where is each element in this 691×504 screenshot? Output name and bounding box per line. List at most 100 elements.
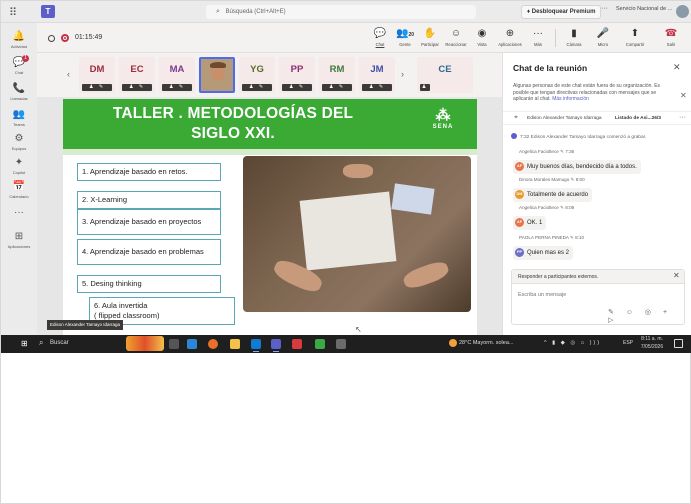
app-icon[interactable] bbox=[315, 339, 325, 349]
calendar-icon: 📅 bbox=[12, 181, 26, 192]
start-icon[interactable]: ⊞ bbox=[21, 339, 29, 348]
chat-button[interactable]: 💬 Chat bbox=[367, 27, 393, 47]
share-icon: ⬆ bbox=[630, 28, 640, 39]
search-icon: ⌕ bbox=[216, 8, 220, 15]
firefox-icon[interactable] bbox=[208, 339, 218, 349]
raise-hand-button[interactable]: ✋ Participar bbox=[417, 27, 443, 47]
photo-paper bbox=[299, 191, 397, 271]
search-highlight-image[interactable] bbox=[126, 336, 164, 351]
notifications-icon[interactable] bbox=[674, 339, 683, 348]
system-tray[interactable]: ^ ▮ ◆ ◎ ⌂ ))) bbox=[544, 340, 601, 346]
app-grid-icon[interactable]: ⠿ bbox=[9, 6, 17, 19]
apps-icon: ⊕ bbox=[505, 28, 515, 39]
chat-message: Angelica Facioltece ✎ 7:36 AF Muy buenos … bbox=[513, 149, 683, 174]
participant-tile[interactable]: CE ♟ bbox=[417, 57, 473, 93]
chevron-right-icon[interactable]: › bbox=[401, 69, 404, 79]
participant-video-tile[interactable] bbox=[199, 57, 235, 93]
hand-icon: ✋ bbox=[423, 28, 437, 39]
mic-button[interactable]: 🎤 Micro bbox=[590, 27, 616, 47]
explorer-icon[interactable] bbox=[187, 339, 197, 349]
title-bar: ⠿ T ⌕ Búsqueda (Ctrl+Alt+E) ♦ Desbloquea… bbox=[1, 1, 691, 23]
rail-item-more[interactable]: ··· bbox=[1, 207, 37, 219]
sena-logo: ⁂ SENA bbox=[423, 107, 463, 141]
search-icon[interactable]: ⌕ bbox=[39, 338, 43, 348]
photo-hand bbox=[401, 258, 451, 292]
mouse-cursor-icon: ↖ bbox=[355, 325, 362, 334]
meeting-toolbar: 01:15:49 💬 Chat 👥20 Gente ✋ Participar ☺… bbox=[37, 23, 691, 53]
camera-button[interactable]: ▮ Cámara bbox=[561, 27, 587, 47]
clock[interactable]: 8:11 a. m. 7/05/2026 bbox=[637, 336, 667, 351]
more-icon: ··· bbox=[533, 28, 543, 39]
meeting-chat-panel: Chat de la reunión ✕ Algunas personas de… bbox=[502, 53, 691, 335]
methodology-item: 2. X-Learning bbox=[77, 191, 221, 209]
user-avatar[interactable] bbox=[676, 5, 689, 18]
chevron-left-icon[interactable]: ‹ bbox=[67, 69, 70, 79]
chat-message: PAOLA PERNA PINEDA ✎ 8:10 PP Quien mas es… bbox=[513, 235, 683, 260]
avatar: DM bbox=[515, 189, 524, 199]
task-view-icon[interactable] bbox=[169, 339, 179, 349]
rail-item-llamadas[interactable]: 📞 Llamadas bbox=[1, 83, 37, 101]
slide-photo bbox=[243, 156, 471, 312]
language-indicator[interactable]: ESP bbox=[623, 340, 633, 346]
rail-item-chat[interactable]: 💬 1 Chat bbox=[1, 55, 37, 75]
close-icon[interactable]: ✕ bbox=[673, 62, 681, 73]
compose-toolbar[interactable]: ✎ ☺ ◎ + ▷ bbox=[608, 308, 680, 324]
sena-logo-icon: ⁂ bbox=[435, 107, 451, 124]
participant-tile[interactable]: MA ♟ ✎ bbox=[159, 57, 195, 93]
app-icon[interactable] bbox=[336, 339, 346, 349]
toolbar-divider bbox=[555, 29, 556, 47]
more-icon[interactable]: ··· bbox=[679, 114, 686, 121]
more-options-button[interactable]: ··· bbox=[601, 5, 608, 12]
bell-icon: 🔔 bbox=[12, 31, 26, 42]
participant-tile[interactable]: PP ♟ ✎ bbox=[279, 57, 315, 93]
rail-item-aplicaciones[interactable]: ⊞ Aplicaciones bbox=[1, 231, 37, 249]
brave-icon[interactable] bbox=[292, 339, 302, 349]
search-box[interactable]: ⌕ Búsqueda (Ctrl+Alt+E) bbox=[206, 5, 476, 19]
teams-icon[interactable] bbox=[271, 339, 281, 352]
search-placeholder: Búsqueda (Ctrl+Alt+E) bbox=[225, 9, 286, 15]
participant-hair bbox=[210, 62, 226, 68]
participant-strip: ‹ DM ♟ ✎ EC ♟ ✎ MA ♟ ✎ YG ♟ ✎ PP ♟ ✎ RM … bbox=[37, 53, 502, 97]
unread-badge: 1 bbox=[22, 55, 29, 62]
people-button[interactable]: 👥20 Gente bbox=[392, 27, 418, 47]
compose-header: Responder a participantes externos. ✕ bbox=[512, 270, 684, 284]
edge-icon[interactable] bbox=[251, 339, 261, 352]
external-notice: Algunas personas de este chat están fuer… bbox=[513, 83, 661, 102]
participant-tile[interactable]: DM ♟ ✎ bbox=[79, 57, 115, 93]
view-button[interactable]: ◉ Vista bbox=[469, 27, 495, 47]
react-button[interactable]: ☺ Reaccionar bbox=[443, 27, 469, 47]
muted-icon: ♟ ✎ bbox=[362, 84, 392, 91]
slide-header: TALLER . METODOLOGÍAS DEL SIGLO XXI. ⁂ S… bbox=[63, 99, 477, 149]
rail-item-teams[interactable]: 👥 Teams bbox=[1, 109, 37, 127]
rail-item-actividad[interactable]: 🔔 Actividad bbox=[1, 31, 37, 49]
rail-item-copilot[interactable]: ✦ Copilot bbox=[1, 157, 37, 175]
participant-tile[interactable]: EC ♟ ✎ bbox=[119, 57, 155, 93]
rail-item-calendario[interactable]: 📅 Calendario bbox=[1, 181, 37, 199]
rail-item-equipos[interactable]: ⚙ Equipos bbox=[1, 133, 37, 151]
status-icon bbox=[48, 35, 55, 42]
participant-tile[interactable]: YG ♟ ✎ bbox=[239, 57, 275, 93]
close-icon[interactable]: ✕ bbox=[673, 271, 680, 280]
weather-icon[interactable] bbox=[449, 339, 457, 347]
more-info-link[interactable]: Más información bbox=[552, 96, 589, 102]
copilot-icon: ✦ bbox=[14, 157, 24, 168]
weather-text[interactable]: 28°C Mayorm. solea... bbox=[459, 340, 513, 346]
participant-tile[interactable]: RM ♟ ✎ bbox=[319, 57, 355, 93]
muted-icon: ♟ ✎ bbox=[242, 84, 272, 91]
leave-button[interactable]: ☎ Salir bbox=[657, 27, 685, 47]
org-switcher[interactable]: Servicio Nacional de ... bbox=[616, 6, 672, 12]
people-count: 20 bbox=[408, 32, 414, 38]
pinned-bar[interactable]: ⌖ Edison Alexander Tamayo Idarraga Lista… bbox=[503, 111, 691, 125]
taskbar-search[interactable]: Buscar bbox=[50, 340, 69, 346]
apps-icon: ⊞ bbox=[14, 231, 24, 242]
more-button[interactable]: ··· Más bbox=[525, 27, 551, 47]
participant-tile[interactable]: JM ♟ ✎ bbox=[359, 57, 395, 93]
teams-logo-icon: T bbox=[41, 5, 55, 18]
folder-icon[interactable] bbox=[230, 339, 240, 349]
apps-button[interactable]: ⊕ Aplicaciones bbox=[497, 27, 523, 47]
share-button[interactable]: ⬆ Compartir bbox=[622, 27, 648, 47]
muted-icon: ♟ ✎ bbox=[122, 84, 152, 91]
close-icon[interactable]: ✕ bbox=[680, 91, 687, 100]
unlock-premium-button[interactable]: ♦ Desbloquear Premium bbox=[521, 5, 602, 19]
message-input[interactable] bbox=[518, 290, 678, 300]
